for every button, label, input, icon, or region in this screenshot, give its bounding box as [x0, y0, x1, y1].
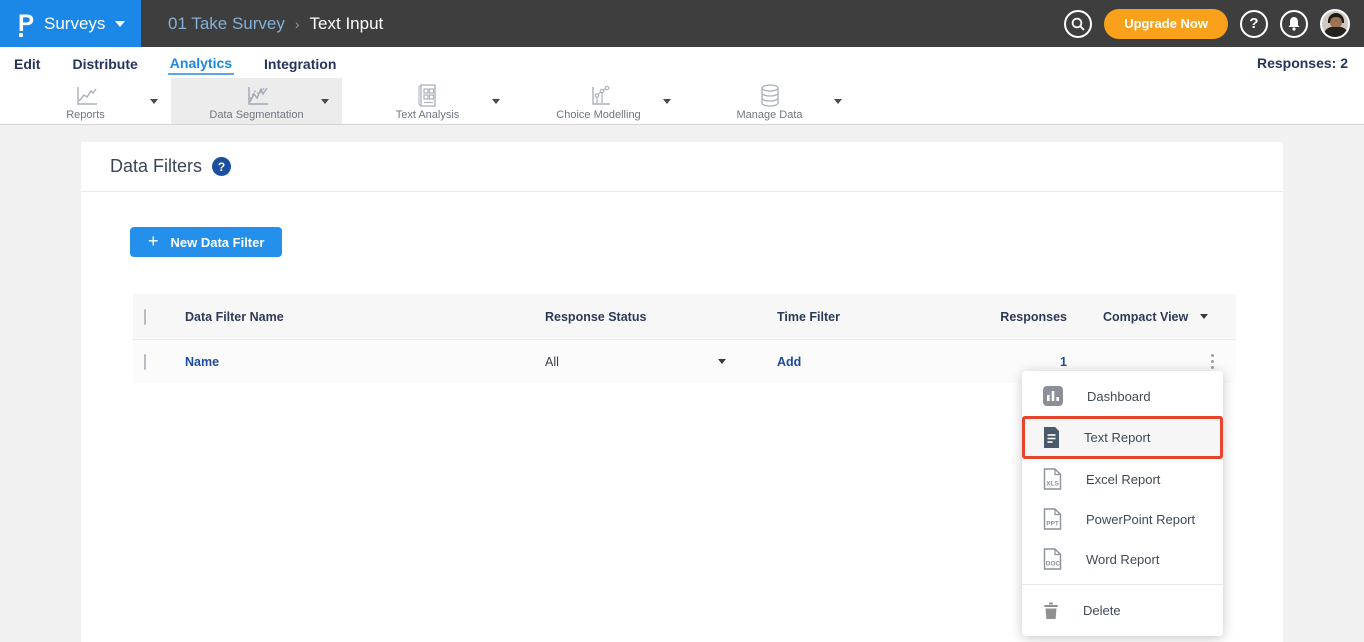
- row-actions-menu: Dashboard Text Report XLS Excel Report P…: [1022, 371, 1223, 636]
- column-header-time: Time Filter: [768, 310, 990, 324]
- panel-header: Data Filters ?: [81, 142, 1283, 192]
- line-chart-icon: [73, 85, 99, 107]
- menu-divider: [1022, 584, 1223, 585]
- tab-analytics[interactable]: Analytics: [168, 51, 234, 75]
- new-data-filter-label: New Data Filter: [171, 235, 265, 250]
- page-title: Data Filters: [110, 156, 202, 177]
- chevron-down-icon[interactable]: [150, 99, 158, 104]
- chevron-down-icon: [718, 359, 726, 364]
- menu-item-label: Word Report: [1086, 552, 1159, 567]
- brand-logo-icon: P: [18, 12, 34, 36]
- breadcrumb-separator: ›: [295, 16, 300, 32]
- column-header-status: Response Status: [536, 310, 768, 324]
- responses-value[interactable]: 1: [1060, 355, 1067, 369]
- time-filter-add-link[interactable]: Add: [777, 355, 801, 369]
- menu-item-label: Text Report: [1084, 430, 1150, 445]
- segmentation-chart-icon: [244, 85, 270, 107]
- svg-text:PPT: PPT: [1046, 521, 1059, 528]
- svg-text:DOC: DOC: [1046, 561, 1061, 568]
- chevron-down-icon[interactable]: [663, 99, 671, 104]
- toolbar-item-choice-modelling[interactable]: Choice Modelling: [513, 78, 684, 124]
- surveys-menu[interactable]: P Surveys: [0, 0, 141, 47]
- toolbar-item-label: Reports: [66, 109, 105, 121]
- upgrade-now-button[interactable]: Upgrade Now: [1104, 9, 1228, 39]
- response-status-select[interactable]: All: [536, 355, 768, 369]
- question-mark-icon: ?: [1249, 15, 1258, 32]
- chevron-down-icon: [115, 21, 125, 27]
- analytics-toolbar: Reports Data Segmentation Text Analysis: [0, 78, 1364, 125]
- toolbar-item-label: Text Analysis: [396, 109, 460, 121]
- data-filters-table: Data Filter Name Response Status Time Fi…: [133, 294, 1236, 383]
- breadcrumb-current-page: Text Input: [310, 14, 384, 34]
- user-avatar[interactable]: [1320, 9, 1350, 39]
- table-header-row: Data Filter Name Response Status Time Fi…: [133, 294, 1236, 339]
- menu-item-dashboard[interactable]: Dashboard: [1022, 376, 1223, 416]
- dashboard-icon: [1043, 386, 1063, 406]
- database-icon: [758, 84, 782, 107]
- tab-integration[interactable]: Integration: [262, 52, 338, 74]
- search-button[interactable]: [1064, 10, 1092, 38]
- svg-text:XLS: XLS: [1046, 481, 1059, 488]
- toolbar-item-label: Data Segmentation: [209, 109, 303, 121]
- filter-name-link[interactable]: Name: [185, 355, 219, 369]
- compact-view-dropdown[interactable]: Compact View: [1085, 310, 1236, 324]
- search-icon: [1071, 17, 1085, 31]
- menu-item-word-report[interactable]: DOC Word Report: [1022, 539, 1223, 579]
- toolbar-item-data-segmentation[interactable]: Data Segmentation: [171, 78, 342, 124]
- xls-file-icon: XLS: [1043, 468, 1062, 490]
- menu-item-powerpoint-report[interactable]: PPT PowerPoint Report: [1022, 499, 1223, 539]
- bell-icon: [1287, 16, 1301, 31]
- responses-count[interactable]: Responses: 2: [1257, 55, 1348, 71]
- product-name: Surveys: [44, 14, 105, 34]
- trash-icon: [1043, 601, 1059, 620]
- menu-item-excel-report[interactable]: XLS Excel Report: [1022, 459, 1223, 499]
- chevron-down-icon[interactable]: [834, 99, 842, 104]
- notifications-button[interactable]: [1280, 10, 1308, 38]
- column-header-name: Data Filter Name: [185, 310, 536, 324]
- plus-icon: +: [148, 232, 159, 250]
- question-mark-icon: ?: [218, 160, 225, 174]
- new-data-filter-button[interactable]: + New Data Filter: [130, 227, 282, 257]
- toolbar-item-text-analysis[interactable]: Text Analysis: [342, 78, 513, 124]
- menu-item-label: Delete: [1083, 603, 1121, 618]
- help-badge[interactable]: ?: [212, 157, 231, 176]
- column-header-responses: Responses: [990, 310, 1085, 324]
- chevron-down-icon[interactable]: [492, 99, 500, 104]
- menu-item-text-report[interactable]: Text Report: [1022, 416, 1223, 459]
- row-checkbox[interactable]: [144, 354, 146, 370]
- chevron-down-icon[interactable]: [321, 99, 329, 104]
- text-doc-icon: [416, 84, 440, 107]
- response-status-value: All: [545, 355, 559, 369]
- doc-file-icon: DOC: [1043, 548, 1062, 570]
- topbar-actions: Upgrade Now ?: [1064, 0, 1350, 47]
- toolbar-item-manage-data[interactable]: Manage Data: [684, 78, 855, 124]
- row-actions-kebab-icon[interactable]: [1205, 350, 1220, 373]
- menu-item-label: Excel Report: [1086, 472, 1160, 487]
- select-all-checkbox[interactable]: [144, 309, 146, 325]
- toolbar-item-label: Manage Data: [736, 109, 802, 121]
- text-report-icon: [1043, 427, 1060, 448]
- tab-distribute[interactable]: Distribute: [70, 52, 139, 74]
- scatter-chart-icon: [586, 85, 612, 107]
- menu-item-label: PowerPoint Report: [1086, 512, 1195, 527]
- ppt-file-icon: PPT: [1043, 508, 1062, 530]
- tab-edit[interactable]: Edit: [12, 52, 42, 74]
- toolbar-item-label: Choice Modelling: [556, 109, 640, 121]
- breadcrumb-survey-link[interactable]: 01 Take Survey: [168, 14, 285, 34]
- toolbar-item-reports[interactable]: Reports: [0, 78, 171, 124]
- menu-item-delete[interactable]: Delete: [1022, 590, 1223, 630]
- survey-nav: Edit Distribute Analytics Integration Re…: [0, 47, 1364, 78]
- menu-item-label: Dashboard: [1087, 389, 1151, 404]
- compact-view-label: Compact View: [1103, 310, 1188, 324]
- chevron-down-icon: [1200, 314, 1208, 319]
- help-button[interactable]: ?: [1240, 10, 1268, 38]
- top-bar: P Surveys 01 Take Survey › Text Input Up…: [0, 0, 1364, 47]
- breadcrumb: 01 Take Survey › Text Input: [168, 14, 383, 34]
